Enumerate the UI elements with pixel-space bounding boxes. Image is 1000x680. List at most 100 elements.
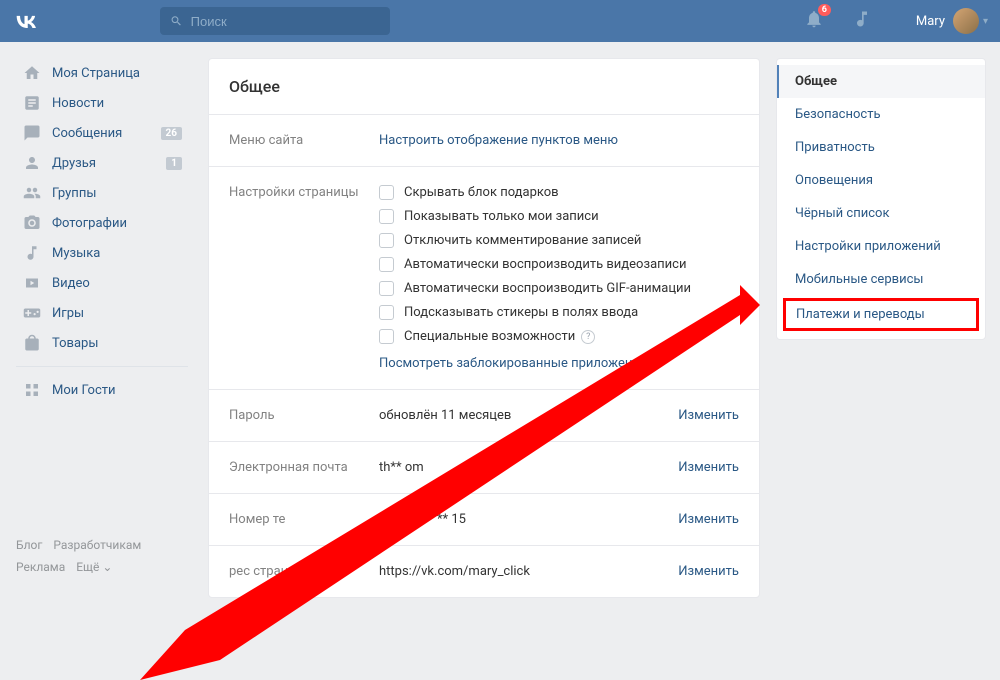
- tab-notifications[interactable]: Оповещения: [777, 164, 985, 197]
- nav-label: Фотографии: [52, 216, 127, 231]
- video-icon: [22, 273, 42, 293]
- friends-icon: [22, 153, 42, 173]
- info-icon[interactable]: ?: [581, 330, 595, 344]
- nav-label: Видео: [52, 276, 90, 291]
- nav-label: Группы: [52, 186, 96, 201]
- nav-label: Друзья: [52, 156, 96, 171]
- change-phone-link[interactable]: Изменить: [678, 512, 739, 527]
- nav-separator: [16, 366, 188, 367]
- row-label: Номер те: [229, 512, 379, 527]
- tab-mobile[interactable]: Мобильные сервисы: [777, 263, 985, 296]
- row-phone: Номер те +7 *** *** ** 15 Изменить: [209, 494, 759, 546]
- chevron-down-icon: ▾: [983, 16, 988, 27]
- tab-payments[interactable]: Платежи и переводы: [783, 298, 979, 331]
- tab-security[interactable]: Безопасность: [777, 98, 985, 131]
- change-address-link[interactable]: Изменить: [678, 564, 739, 579]
- notification-badge: 6: [818, 4, 831, 16]
- row-label: рес страницы: [229, 564, 379, 579]
- footer-ads[interactable]: Реклама: [16, 560, 65, 574]
- tab-app-settings[interactable]: Настройки приложений: [777, 230, 985, 263]
- user-menu[interactable]: Mary ▾: [916, 8, 988, 34]
- change-password-link[interactable]: Изменить: [678, 408, 739, 423]
- footer-blog[interactable]: Блог: [16, 538, 42, 552]
- configure-menu-link[interactable]: Настроить отображение пунктов меню: [379, 133, 618, 148]
- check-hide-gifts[interactable]: Скрывать блок подарков: [379, 185, 739, 200]
- nav-video[interactable]: Видео: [16, 268, 188, 298]
- badge: 26: [161, 127, 182, 140]
- nav-news[interactable]: Новости: [16, 88, 188, 118]
- badge: 1: [166, 157, 182, 170]
- left-sidebar: Моя Страница Новости Сообщения 26 Друзья 1…: [16, 42, 188, 598]
- nav-guests[interactable]: Мои Гости: [16, 375, 188, 405]
- music-player-icon[interactable]: [852, 9, 872, 33]
- check-only-my-posts[interactable]: Показывать только мои записи: [379, 209, 739, 224]
- user-name-label: Mary: [916, 14, 945, 29]
- settings-content: Общее Меню сайта Настроить отображение п…: [208, 58, 760, 598]
- footer-dev[interactable]: Разработчикам: [53, 538, 141, 552]
- camera-icon: [22, 213, 42, 233]
- search-input[interactable]: [191, 14, 380, 29]
- change-email-link[interactable]: Изменить: [678, 460, 739, 475]
- row-label: Электронная почта: [229, 460, 379, 475]
- nav-my-page[interactable]: Моя Страница: [16, 58, 188, 88]
- music-icon: [22, 243, 42, 263]
- nav-games[interactable]: Игры: [16, 298, 188, 328]
- tab-privacy[interactable]: Приватность: [777, 131, 985, 164]
- row-label: Настройки страницы: [229, 185, 379, 371]
- checkbox[interactable]: [379, 257, 394, 272]
- home-icon: [22, 63, 42, 83]
- row-email: Электронная почта th** om Изменить: [209, 442, 759, 494]
- check-autoplay-video[interactable]: Автоматически воспроизводить видеозаписи: [379, 257, 739, 272]
- checkbox[interactable]: [379, 209, 394, 224]
- market-icon: [22, 333, 42, 353]
- nav-label: Музыка: [52, 246, 100, 261]
- groups-icon: [22, 183, 42, 203]
- tab-blacklist[interactable]: Чёрный список: [777, 197, 985, 230]
- blocked-apps-link[interactable]: Посмотреть заблокированные приложен: [379, 356, 632, 371]
- nav-label: Игры: [52, 306, 84, 321]
- row-site-menu: Меню сайта Настроить отображение пунктов…: [209, 115, 759, 167]
- tab-general[interactable]: Общее: [777, 65, 985, 98]
- avatar: [953, 8, 979, 34]
- checkbox[interactable]: [379, 185, 394, 200]
- nav-messages[interactable]: Сообщения 26: [16, 118, 188, 148]
- password-value: обновлён 11 месяцев: [379, 408, 678, 423]
- footer-links: Блог Разработчикам Реклама Ещё ⌄: [16, 535, 188, 578]
- checkbox[interactable]: [379, 305, 394, 320]
- nav-label: Мои Гости: [52, 383, 116, 398]
- check-autoplay-gif[interactable]: Автоматически воспроизводить GIF-анимаци…: [379, 281, 739, 296]
- phone-value: +7 *** *** ** 15: [379, 512, 678, 527]
- checkbox[interactable]: [379, 281, 394, 296]
- messages-icon: [22, 123, 42, 143]
- checkbox[interactable]: [379, 329, 394, 344]
- notifications-icon[interactable]: 6: [804, 9, 824, 33]
- nav-label: Товары: [52, 336, 98, 351]
- nav-friends[interactable]: Друзья 1: [16, 148, 188, 178]
- nav-groups[interactable]: Группы: [16, 178, 188, 208]
- check-sticker-suggest[interactable]: Подсказывать стикеры в полях ввода: [379, 305, 739, 320]
- search-icon: [170, 14, 183, 28]
- checkbox[interactable]: [379, 233, 394, 248]
- settings-tabs: Общее Безопасность Приватность Оповещени…: [776, 58, 986, 340]
- search-box[interactable]: [160, 7, 390, 35]
- apps-icon: [22, 380, 42, 400]
- row-label: Пароль: [229, 408, 379, 423]
- nav-market[interactable]: Товары: [16, 328, 188, 358]
- nav-label: Сообщения: [52, 126, 122, 141]
- row-page-settings: Настройки страницы Скрывать блок подарко…: [209, 167, 759, 390]
- top-header: 6 Mary ▾: [0, 0, 1000, 42]
- check-accessibility[interactable]: Специальные возможности?: [379, 329, 739, 344]
- nav-label: Моя Страница: [52, 66, 140, 81]
- nav-photos[interactable]: Фотографии: [16, 208, 188, 238]
- games-icon: [22, 303, 42, 323]
- row-label: Меню сайта: [229, 133, 379, 148]
- row-password: Пароль обновлён 11 месяцев Изменить: [209, 390, 759, 442]
- footer-more[interactable]: Ещё ⌄: [76, 560, 112, 574]
- news-icon: [22, 93, 42, 113]
- vk-logo-icon[interactable]: [12, 7, 40, 35]
- page-title: Общее: [209, 59, 759, 115]
- address-value: https://vk.com/mary_click: [379, 564, 678, 579]
- check-disable-comments[interactable]: Отключить комментирование записей: [379, 233, 739, 248]
- nav-music[interactable]: Музыка: [16, 238, 188, 268]
- nav-label: Новости: [52, 96, 104, 111]
